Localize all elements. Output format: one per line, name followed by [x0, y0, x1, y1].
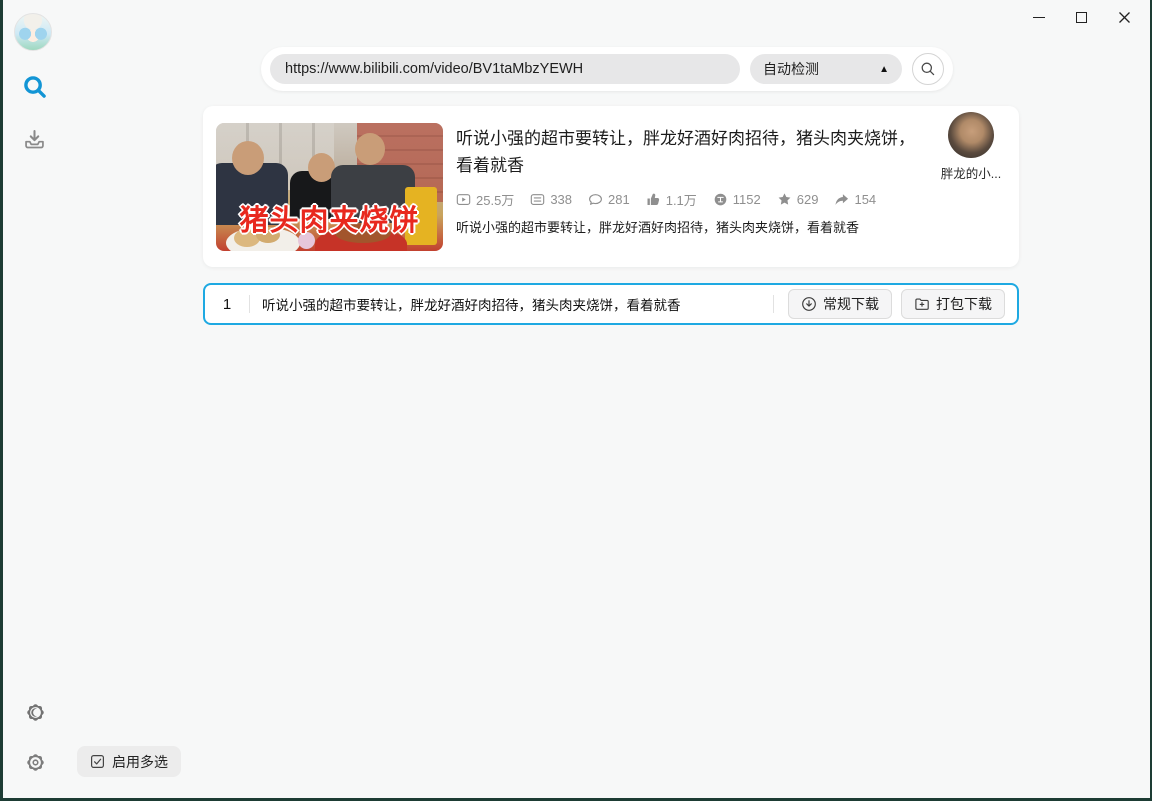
minimize-button[interactable] [1017, 2, 1060, 32]
danmaku-icon [531, 194, 545, 205]
download-tray-icon [25, 130, 44, 149]
search-icon [23, 75, 46, 98]
row-title: 听说小强的超市要转让，胖龙好酒好肉招待，猪头肉夹烧饼，看着就香 [262, 298, 681, 313]
theme-moon-gear-icon [27, 704, 44, 721]
app-window: { "header": { "url_value": "https://www.… [0, 0, 1152, 801]
regular-download-button[interactable]: 常规下载 [788, 289, 892, 319]
window-controls [1017, 2, 1146, 32]
enable-multi-select-button[interactable]: 启用多选 [77, 746, 181, 777]
site-detect-label: 自动检测 [763, 61, 819, 77]
folder-plus-icon [915, 298, 929, 310]
video-description: 听说小强的超市要转让，胖龙好酒好肉招待，猪头肉夹烧饼，看着就香 [456, 220, 860, 235]
divider [773, 295, 774, 313]
video-title: 听说小强的超市要转让，胖龙好酒好肉招待，猪头肉夹烧饼，看着就香 [456, 129, 915, 175]
site-detect-dropdown[interactable]: 自动检测 ▲ [750, 54, 902, 84]
video-stats-row: 25.5万 338 281 1.1万 1152 629 154 [456, 190, 876, 209]
stat-comments: 281 [588, 192, 630, 207]
minimize-icon [1032, 16, 1045, 18]
thumbnail-overlay-text: 猪头肉夹烧饼 [239, 205, 420, 237]
stat-views: 25.5万 [456, 190, 514, 209]
app-logo-avatar [14, 13, 52, 51]
favorite-star-icon [778, 193, 791, 205]
close-icon [1119, 11, 1130, 23]
circle-download-icon [802, 297, 816, 311]
close-button[interactable] [1103, 2, 1146, 32]
sidebar-item-search[interactable] [21, 73, 48, 100]
stat-coins: 1152 [713, 192, 761, 207]
settings-button[interactable] [22, 749, 49, 776]
stat-shares: 154 [834, 192, 876, 207]
like-icon [647, 193, 659, 205]
video-thumbnail[interactable]: 猪头肉夹烧饼 [216, 123, 443, 251]
comment-icon [589, 194, 602, 205]
stat-favorites: 629 [777, 192, 818, 207]
share-icon [835, 194, 849, 205]
stat-likes: 1.1万 [646, 190, 697, 209]
video-card: 猪头肉夹烧饼 听说小强的超市要转让，胖龙好酒好肉招待，猪头肉夹烧饼，看着就香 2… [203, 106, 1019, 267]
pack-download-button[interactable]: 打包下载 [901, 289, 1005, 319]
divider [249, 295, 250, 313]
dropdown-arrow-icon: ▲ [879, 63, 889, 75]
play-count-icon [456, 194, 471, 205]
download-row[interactable]: 1 听说小强的超市要转让，胖龙好酒好肉招待，猪头肉夹烧饼，看着就香 常规下载 打… [203, 283, 1019, 325]
uploader-name: 胖龙的小... [940, 167, 1002, 181]
stat-danmaku: 338 [530, 192, 572, 207]
url-input[interactable] [270, 54, 740, 84]
maximize-button[interactable] [1060, 2, 1103, 32]
sidebar-item-downloads[interactable] [21, 126, 48, 153]
maximize-icon [1076, 11, 1087, 23]
coin-icon [714, 193, 727, 206]
search-icon [921, 62, 935, 76]
uploader-avatar[interactable] [948, 112, 994, 158]
search-button[interactable] [912, 53, 944, 85]
theme-toggle-button[interactable] [22, 699, 49, 726]
gear-icon [27, 754, 44, 771]
checkbox-icon [91, 755, 105, 769]
row-index: 1 [222, 295, 232, 313]
search-bar: 自动检测 ▲ [261, 47, 953, 91]
